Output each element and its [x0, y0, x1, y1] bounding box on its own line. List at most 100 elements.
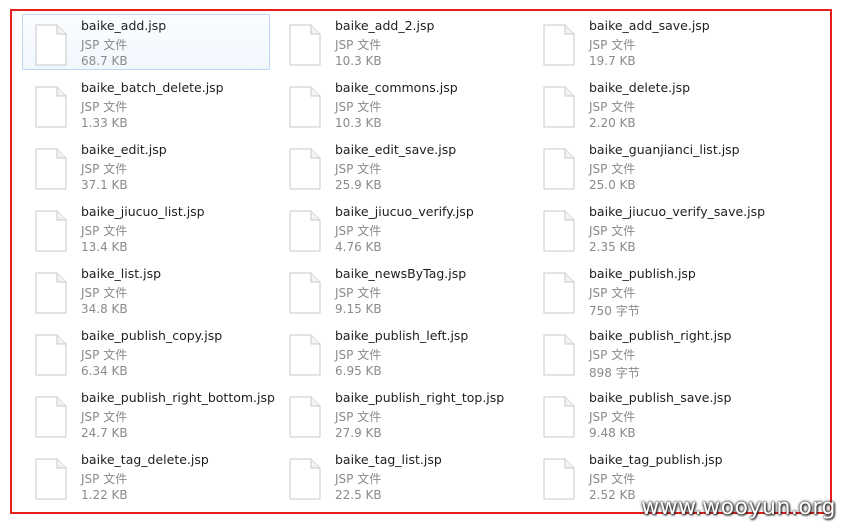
file-item[interactable]: baike_jiucuo_verify_save.jsp JSP 文件 2.35 K… — [530, 200, 778, 256]
file-icon — [543, 210, 575, 252]
file-icon — [35, 334, 67, 376]
file-name: baike_batch_delete.jsp — [81, 80, 224, 95]
file-item[interactable]: baike_edit_save.jsp JSP 文件 25.9 KB — [276, 138, 524, 194]
file-size: 24.7 KB — [81, 426, 128, 440]
file-type: JSP 文件 — [335, 100, 382, 114]
file-icon — [289, 458, 321, 500]
file-item[interactable]: baike_tag_delete.jsp JSP 文件 1.22 KB — [22, 448, 270, 504]
file-type: JSP 文件 — [81, 38, 128, 52]
file-size: 10.3 KB — [335, 116, 382, 130]
file-icon — [35, 210, 67, 252]
file-name: baike_publish_right.jsp — [589, 328, 732, 343]
file-item[interactable]: baike_add_save.jsp JSP 文件 19.7 KB — [530, 14, 778, 70]
file-size: 25.0 KB — [589, 178, 636, 192]
file-type: JSP 文件 — [589, 162, 636, 176]
file-type: JSP 文件 — [81, 162, 128, 176]
file-size: 9.15 KB — [335, 302, 382, 316]
file-item[interactable]: baike_newsByTag.jsp JSP 文件 9.15 KB — [276, 262, 524, 318]
file-name: baike_add_2.jsp — [335, 18, 435, 33]
file-type: JSP 文件 — [589, 38, 636, 52]
file-name: baike_add_save.jsp — [589, 18, 710, 33]
file-size: 2.20 KB — [589, 116, 636, 130]
file-name: baike_edit_save.jsp — [335, 142, 457, 157]
file-size: 27.9 KB — [335, 426, 382, 440]
file-name: baike_jiucuo_list.jsp — [81, 204, 205, 219]
file-type: JSP 文件 — [335, 472, 382, 486]
file-icon — [289, 210, 321, 252]
file-name: baike_publish_save.jsp — [589, 390, 732, 405]
file-type: JSP 文件 — [81, 410, 128, 424]
file-name: baike_delete.jsp — [589, 80, 691, 95]
file-icon — [543, 334, 575, 376]
file-icon — [35, 396, 67, 438]
file-size: 9.48 KB — [589, 426, 636, 440]
file-name: baike_jiucuo_verify_save.jsp — [589, 204, 766, 219]
file-item[interactable]: baike_guanjianci_list.jsp JSP 文件 25.0 KB — [530, 138, 778, 194]
file-size: 2.52 KB — [589, 488, 636, 502]
file-type: JSP 文件 — [81, 224, 128, 238]
file-size: 10.3 KB — [335, 54, 382, 68]
file-type: JSP 文件 — [589, 100, 636, 114]
file-icon — [35, 24, 67, 66]
file-icon — [543, 24, 575, 66]
file-size: 68.7 KB — [81, 54, 128, 68]
file-size: 25.9 KB — [335, 178, 382, 192]
file-type: JSP 文件 — [589, 348, 636, 362]
file-type: JSP 文件 — [81, 348, 128, 362]
file-item[interactable]: baike_commons.jsp JSP 文件 10.3 KB — [276, 76, 524, 132]
file-type: JSP 文件 — [589, 410, 636, 424]
file-item[interactable]: baike_publish_right.jsp JSP 文件 898 字节 — [530, 324, 778, 380]
file-item[interactable]: baike_publish_save.jsp JSP 文件 9.48 KB — [530, 386, 778, 442]
file-name: baike_guanjianci_list.jsp — [589, 142, 740, 157]
file-item[interactable]: baike_publish.jsp JSP 文件 750 字节 — [530, 262, 778, 318]
file-item[interactable]: baike_add_2.jsp JSP 文件 10.3 KB — [276, 14, 524, 70]
file-name: baike_publish.jsp — [589, 266, 696, 281]
file-item[interactable]: baike_list.jsp JSP 文件 34.8 KB — [22, 262, 270, 318]
file-item[interactable]: baike_publish_right_top.jsp JSP 文件 27.9 KB — [276, 386, 524, 442]
file-size: 750 字节 — [589, 304, 640, 318]
file-icon — [35, 86, 67, 128]
file-type: JSP 文件 — [589, 472, 636, 486]
file-icon — [543, 86, 575, 128]
file-size: 19.7 KB — [589, 54, 636, 68]
file-icon — [543, 148, 575, 190]
file-size: 6.34 KB — [81, 364, 128, 378]
file-item[interactable]: baike_tag_list.jsp JSP 文件 22.5 KB — [276, 448, 524, 504]
file-size: 898 字节 — [589, 366, 640, 380]
file-type: JSP 文件 — [589, 286, 636, 300]
file-icon — [289, 396, 321, 438]
file-name: baike_publish_left.jsp — [335, 328, 469, 343]
file-name: baike_publish_right_bottom.jsp — [81, 390, 275, 405]
file-item[interactable]: baike_edit.jsp JSP 文件 37.1 KB — [22, 138, 270, 194]
file-item[interactable]: baike_publish_copy.jsp JSP 文件 6.34 KB — [22, 324, 270, 380]
file-name: baike_add.jsp — [81, 18, 167, 33]
file-size: 1.22 KB — [81, 488, 128, 502]
file-size: 37.1 KB — [81, 178, 128, 192]
file-name: baike_edit.jsp — [81, 142, 167, 157]
file-item[interactable]: baike_jiucuo_list.jsp JSP 文件 13.4 KB — [22, 200, 270, 256]
file-icon — [543, 458, 575, 500]
file-item[interactable]: baike_batch_delete.jsp JSP 文件 1.33 KB — [22, 76, 270, 132]
file-icon — [289, 86, 321, 128]
file-icon — [543, 272, 575, 314]
file-icon — [289, 148, 321, 190]
file-name: baike_tag_delete.jsp — [81, 452, 209, 467]
file-item[interactable]: baike_publish_left.jsp JSP 文件 6.95 KB — [276, 324, 524, 380]
file-size: 4.76 KB — [335, 240, 382, 254]
file-type: JSP 文件 — [335, 286, 382, 300]
watermark: www.wooyun.org — [641, 495, 836, 520]
file-item[interactable]: baike_delete.jsp JSP 文件 2.20 KB — [530, 76, 778, 132]
file-name: baike_jiucuo_verify.jsp — [335, 204, 474, 219]
file-item[interactable]: baike_jiucuo_verify.jsp JSP 文件 4.76 KB — [276, 200, 524, 256]
file-icon — [289, 334, 321, 376]
file-item[interactable]: baike_publish_right_bottom.jsp JSP 文件 24.7… — [22, 386, 275, 442]
file-size: 22.5 KB — [335, 488, 382, 502]
file-icon — [543, 396, 575, 438]
file-type: JSP 文件 — [335, 410, 382, 424]
file-name: baike_tag_publish.jsp — [589, 452, 723, 467]
file-icon — [35, 458, 67, 500]
file-name: baike_publish_right_top.jsp — [335, 390, 505, 405]
file-item[interactable]: baike_add.jsp JSP 文件 68.7 KB — [22, 14, 270, 70]
file-type: JSP 文件 — [81, 286, 128, 300]
file-type: JSP 文件 — [335, 38, 382, 52]
